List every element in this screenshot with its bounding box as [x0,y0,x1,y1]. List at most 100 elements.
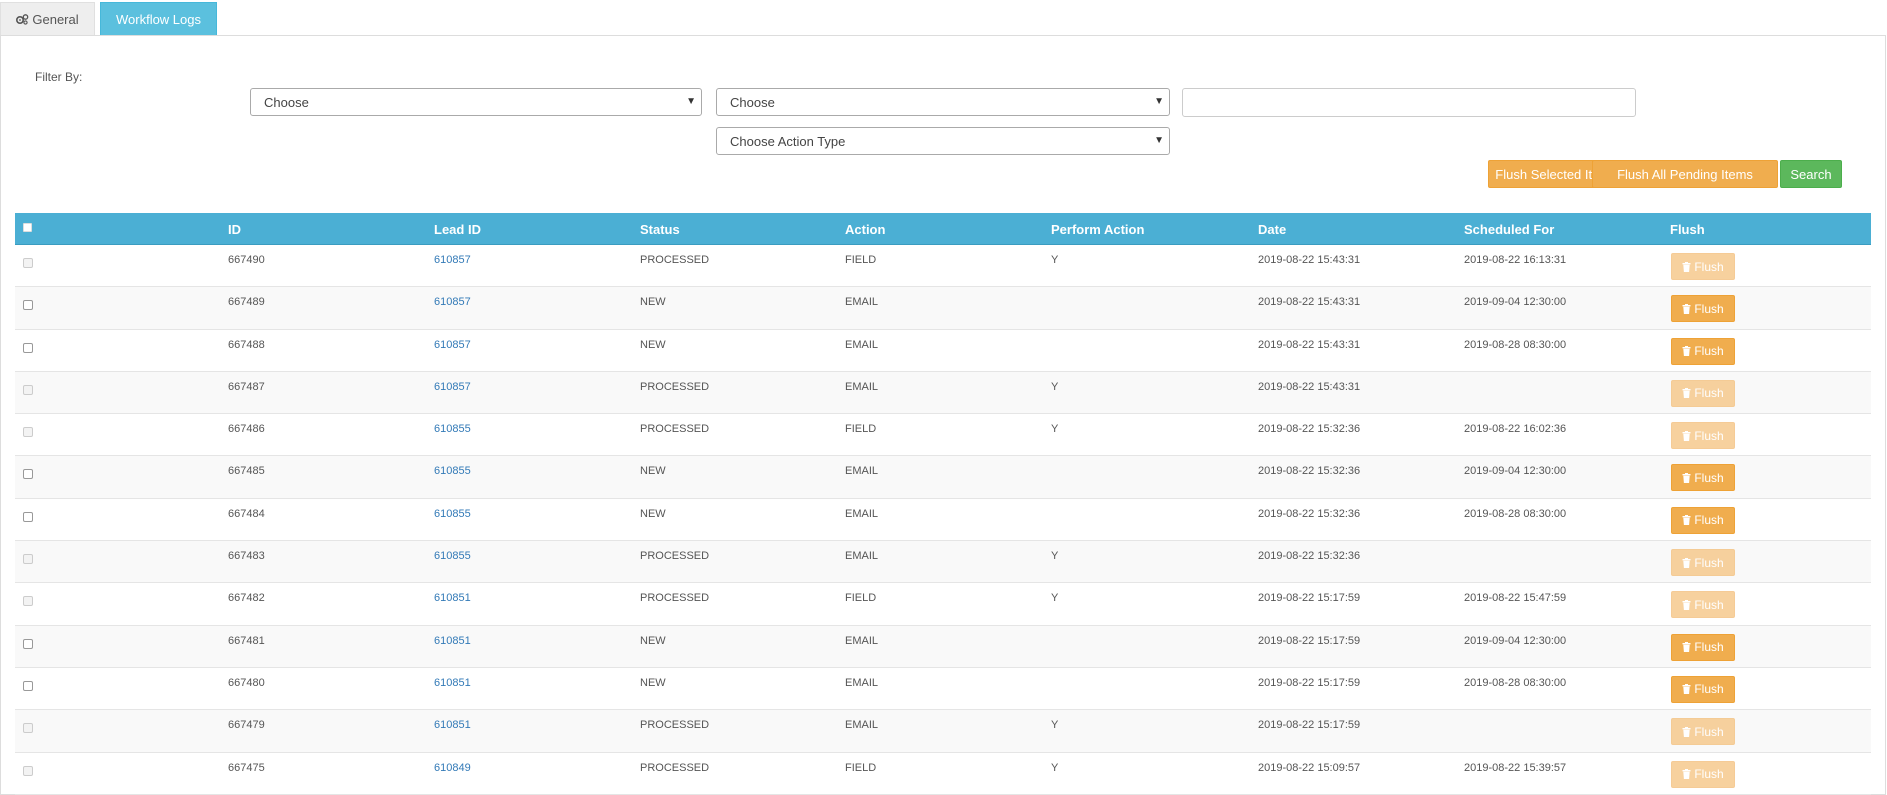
filter-text-input[interactable] [1182,88,1636,117]
cell-scheduled-for: 2019-08-28 08:30:00 [1464,507,1567,520]
cell-lead-id-link[interactable]: 610857 [434,296,471,308]
col-id: ID [228,222,241,237]
cell-status: NEW [640,507,666,520]
row-checkbox[interactable] [23,469,33,480]
col-flush: Flush [1670,222,1705,237]
cell-date: 2019-08-22 15:17:59 [1258,676,1361,689]
cell-lead-id-link[interactable]: 610855 [434,465,471,477]
col-date: Date [1258,222,1287,237]
cell-id: 667489 [228,296,265,309]
trash-icon [1682,769,1691,780]
cell-action: FIELD [845,761,877,774]
cell-date: 2019-08-22 15:43:31 [1258,338,1361,351]
cell-date: 2019-08-22 15:09:57 [1258,761,1361,774]
cell-lead-id-link[interactable]: 610851 [434,677,471,689]
cell-scheduled-for: 2019-09-04 12:30:00 [1464,296,1567,309]
cell-id: 667485 [228,465,265,478]
workflow-logs-table: ID Lead ID Status Action Perform Action … [15,213,1871,795]
tab-bar: General Workflow Logs [0,0,1887,36]
row-checkbox[interactable] [23,680,33,691]
cell-id: 667486 [228,423,265,436]
row-checkbox[interactable] [23,300,33,311]
cell-date: 2019-08-22 15:17:59 [1258,719,1361,732]
cell-action: FIELD [845,423,877,436]
cell-perform-action: Y [1051,592,1059,605]
row-flush-label: Flush [1694,344,1724,359]
cell-lead-id-link[interactable]: 610857 [434,381,471,393]
row-flush-button[interactable]: Flush [1671,337,1735,365]
cell-lead-id-link[interactable]: 610851 [434,635,471,647]
cell-perform-action: Y [1051,423,1059,436]
table-body: 667490 610857 PROCESSED FIELD Y 2019-08-22 15… [15,245,1871,795]
cell-id: 667488 [228,338,265,351]
search-button[interactable]: Search [1780,160,1842,188]
cell-id: 667479 [228,719,265,732]
filter-select-1[interactable]: Choose ▼ [250,88,702,116]
action-type-select-value: Choose Action Type [730,133,846,149]
tab-workflow-logs[interactable]: Workflow Logs [100,2,217,35]
cell-lead-id-link[interactable]: 610849 [434,762,471,774]
row-flush-button: Flush [1671,591,1735,619]
row-flush-label: Flush [1694,767,1724,782]
row-checkbox[interactable] [23,511,33,522]
row-flush-label: Flush [1694,301,1724,316]
cell-action: EMAIL [845,507,879,520]
row-flush-label: Flush [1694,428,1724,443]
row-checkbox[interactable] [23,638,33,649]
row-flush-button[interactable]: Flush [1671,675,1735,703]
flush-all-pending-button[interactable]: Flush All Pending Items [1592,160,1778,188]
cell-action: EMAIL [845,380,879,393]
table-row: 667475 610849 PROCESSED FIELD Y 2019-08-22 15… [15,752,1871,795]
cell-lead-id-link[interactable]: 610857 [434,254,471,266]
cell-action: EMAIL [845,296,879,309]
cell-lead-id-link[interactable]: 610855 [434,550,471,562]
row-checkbox [23,258,33,268]
gears-icon [16,13,29,25]
cell-scheduled-for: 2019-09-04 12:30:00 [1464,465,1567,478]
table-row: 667481 610851 NEW EMAIL 2019-08-22 15:17:59 2… [15,625,1871,668]
cell-id: 667484 [228,507,265,520]
cell-date: 2019-08-22 15:32:36 [1258,507,1361,520]
table-row: 667485 610855 NEW EMAIL 2019-08-22 15:32:36 2… [15,456,1871,499]
table-row: 667484 610855 NEW EMAIL 2019-08-22 15:32:36 2… [15,498,1871,542]
table-row: 667479 610851 PROCESSED EMAIL Y 2019-08-22 15… [15,710,1871,753]
table-row: 667483 610855 PROCESSED EMAIL Y 2019-08-22 15… [15,541,1871,584]
trash-icon [1682,726,1691,737]
row-checkbox[interactable] [23,342,33,353]
cell-perform-action: Y [1051,550,1059,563]
cell-id: 667475 [228,761,265,774]
cell-status: PROCESSED [640,719,710,732]
cell-status: PROCESSED [640,550,710,563]
trash-icon [1682,515,1691,526]
trash-icon [1682,599,1691,610]
row-flush-button[interactable]: Flush [1671,633,1735,661]
row-flush-button[interactable]: Flush [1671,295,1735,323]
cell-lead-id-link[interactable]: 610855 [434,423,471,435]
row-flush-button: Flush [1671,379,1735,407]
trash-icon [1682,388,1691,399]
cell-status: NEW [640,634,666,647]
tab-general-label: General [32,11,79,27]
row-flush-label: Flush [1694,470,1724,485]
row-flush-label: Flush [1694,555,1724,570]
action-type-select[interactable]: Choose Action Type ▼ [716,127,1170,155]
caret-down-icon: ▼ [1154,135,1164,146]
cell-status: PROCESSED [640,423,710,436]
cell-lead-id-link[interactable]: 610855 [434,508,471,520]
row-flush-button[interactable]: Flush [1671,506,1735,534]
filter-select-2[interactable]: Choose ▼ [716,88,1170,116]
tab-general[interactable]: General [0,2,95,35]
cell-scheduled-for: 2019-08-22 15:47:59 [1464,592,1567,605]
cell-lead-id-link[interactable]: 610857 [434,339,471,351]
col-action: Action [845,222,886,237]
cell-id: 667482 [228,592,265,605]
cell-scheduled-for: 2019-08-28 08:30:00 [1464,676,1567,689]
caret-down-icon: ▼ [1154,96,1164,107]
cell-lead-id-link[interactable]: 610851 [434,719,471,731]
table-header: ID Lead ID Status Action Perform Action … [15,213,1871,245]
cell-id: 667483 [228,550,265,563]
cell-lead-id-link[interactable]: 610851 [434,592,471,604]
select-all-checkbox[interactable] [23,223,32,232]
row-flush-button[interactable]: Flush [1671,464,1735,492]
cell-perform-action: Y [1051,380,1059,393]
